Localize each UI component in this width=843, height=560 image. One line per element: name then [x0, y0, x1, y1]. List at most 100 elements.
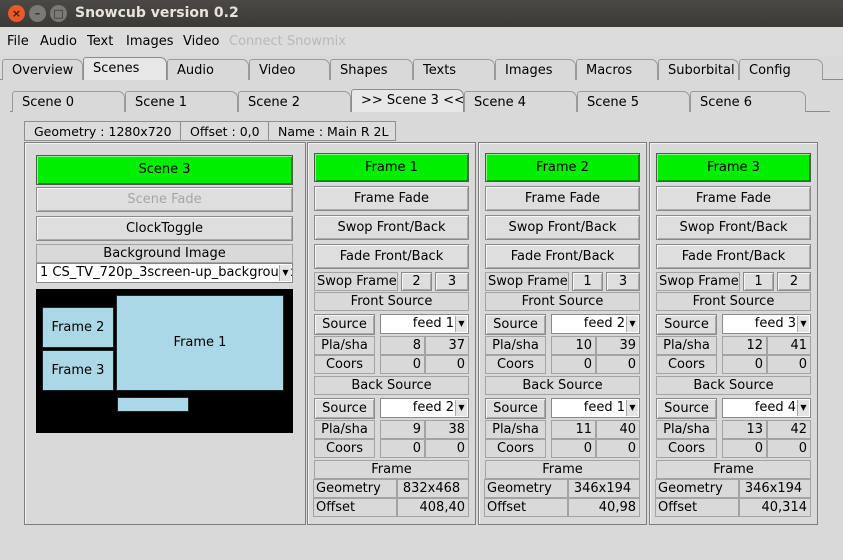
- scene-button[interactable]: Scene 3: [36, 155, 293, 185]
- frame-3-back-coor-y-value: 0: [767, 439, 811, 458]
- frame-2-geometry-label: Geometry: [484, 479, 568, 498]
- frame-3-front-source-button[interactable]: Source: [656, 314, 717, 335]
- frame-2-swop-with-a-button[interactable]: 1: [572, 272, 603, 291]
- frame-3-back-source-button[interactable]: Source: [656, 398, 717, 419]
- tab-suborbital[interactable]: Suborbital: [658, 59, 739, 80]
- preview-frame-3[interactable]: Frame 3: [42, 350, 114, 391]
- frame-2-select-button[interactable]: Frame 2: [485, 153, 640, 182]
- tab-images[interactable]: Images: [495, 59, 576, 80]
- frame-3-offset-value: 40,314: [739, 498, 811, 517]
- frame-1-frame-label: Frame: [314, 460, 469, 479]
- frame-3-select-button[interactable]: Frame 3: [656, 153, 811, 182]
- background-image-value: 1 CS_TV_720p_3screen-up_background: [40, 265, 293, 280]
- frame-2-front-source-button[interactable]: Source: [485, 314, 546, 335]
- maximize-icon[interactable]: □: [50, 5, 67, 22]
- scene-name-info: Name : Main R 2L: [268, 121, 396, 141]
- frame-2-fade-front-back-button[interactable]: Fade Front/Back: [485, 244, 640, 269]
- frame-3-swop-with-a-button[interactable]: 1: [743, 272, 774, 291]
- frame-1-front-source-select-value: feed 1: [412, 316, 454, 331]
- tab-scene-0[interactable]: Scene 0: [12, 91, 125, 112]
- frame-3-fade-front-back-button[interactable]: Fade Front/Back: [656, 244, 811, 269]
- frame-1-front-coor-x-value: 0: [380, 355, 425, 374]
- title-bar: × – □ Snowcub version 0.2: [0, 0, 843, 27]
- frame-2-back-place-value: 11: [551, 420, 596, 439]
- frame-2-back-coors-label: Coors: [485, 439, 546, 458]
- frame-2-offset-label: Offset: [484, 498, 568, 517]
- frame-2-swop-frames-label: Swop Frames: [485, 272, 569, 291]
- frame-1-frame-fade-button[interactable]: Frame Fade: [314, 186, 469, 211]
- frame-2-front-source-select[interactable]: feed 2 ▼: [551, 314, 640, 334]
- frame-3-back-source-select[interactable]: feed 4 ▼: [722, 398, 811, 418]
- frame-1-front-place-value: 8: [380, 336, 425, 355]
- chevron-down-icon: ▼: [797, 400, 809, 416]
- frame-3-frame-fade-button[interactable]: Frame Fade: [656, 186, 811, 211]
- tab-scene-6[interactable]: Scene 6: [690, 91, 806, 112]
- tab-scenes[interactable]: Scenes: [83, 57, 167, 80]
- frame-2-back-coor-y-value: 0: [596, 439, 640, 458]
- frame-3-swop-with-b-button[interactable]: 2: [777, 272, 811, 291]
- frame-2-swop-with-b-button[interactable]: 3: [606, 272, 640, 291]
- scene-tab-bar: Scene 0 Scene 1 Scene 2 >> Scene 3 << Sc…: [0, 88, 843, 112]
- menu-audio[interactable]: Audio: [40, 34, 77, 49]
- frame-2-front-coors-label: Coors: [485, 355, 546, 374]
- menu-text[interactable]: Text: [87, 34, 113, 49]
- close-icon[interactable]: ×: [8, 5, 25, 22]
- chevron-down-icon: ▼: [626, 316, 638, 332]
- tab-scene-4[interactable]: Scene 4: [464, 91, 577, 112]
- frame-1-swop-with-b-button[interactable]: 3: [435, 272, 469, 291]
- tab-config[interactable]: Config: [739, 59, 823, 80]
- frame-1-back-source-button[interactable]: Source: [314, 398, 375, 419]
- tab-scene-1[interactable]: Scene 1: [125, 91, 238, 112]
- frame-1-select-button[interactable]: Frame 1: [314, 153, 469, 182]
- frame-2-swop-front-back-button[interactable]: Swop Front/Back: [485, 215, 640, 240]
- frame-1-back-coor-y-value: 0: [425, 439, 469, 458]
- frame-2-front-coor-y-value: 0: [596, 355, 640, 374]
- frame-3-front-coor-y-value: 0: [767, 355, 811, 374]
- tab-scene-3[interactable]: >> Scene 3 <<: [351, 89, 464, 112]
- tab-shapes[interactable]: Shapes: [330, 59, 413, 80]
- preview-clock-box: [117, 397, 189, 412]
- tab-macros[interactable]: Macros: [576, 59, 658, 80]
- frame-3-front-shape-value: 41: [767, 336, 811, 355]
- tab-audio[interactable]: Audio: [167, 59, 249, 80]
- frame-2-front-plasha-label: Pla/sha: [485, 336, 546, 355]
- frame-2-back-shape-value: 40: [596, 420, 640, 439]
- menu-images[interactable]: Images: [126, 34, 174, 49]
- frame-3-front-source-select[interactable]: feed 3 ▼: [722, 314, 811, 334]
- tab-texts[interactable]: Texts: [413, 59, 495, 80]
- tab-video[interactable]: Video: [249, 59, 330, 80]
- frame-3-swop-front-back-button[interactable]: Swop Front/Back: [656, 215, 811, 240]
- frame-2-back-source-select[interactable]: feed 1 ▼: [551, 398, 640, 418]
- frame-1-fade-front-back-button[interactable]: Fade Front/Back: [314, 244, 469, 269]
- tab-scene-5[interactable]: Scene 5: [577, 91, 690, 112]
- scene-fade-button: Scene Fade: [36, 187, 293, 212]
- minimize-icon[interactable]: –: [29, 5, 46, 22]
- frame-1-front-source-select[interactable]: feed 1 ▼: [380, 314, 469, 334]
- frame-1-back-plasha-label: Pla/sha: [314, 420, 375, 439]
- frame-2-front-coor-x-value: 0: [551, 355, 596, 374]
- frame-2-back-source-label: Back Source: [485, 376, 640, 395]
- frame-3-front-coors-label: Coors: [656, 355, 717, 374]
- frame-2-offset-value: 40,98: [568, 498, 640, 517]
- frame-1-back-source-label: Back Source: [314, 376, 469, 395]
- frame-2-back-source-button[interactable]: Source: [485, 398, 546, 419]
- frame-1-back-place-value: 9: [380, 420, 425, 439]
- frame-2-frame-fade-button[interactable]: Frame Fade: [485, 186, 640, 211]
- frame-1-back-source-select[interactable]: feed 2 ▼: [380, 398, 469, 418]
- frame-1-front-shape-value: 37: [425, 336, 469, 355]
- menu-file[interactable]: File: [7, 34, 29, 49]
- preview-frame-1[interactable]: Frame 1: [116, 295, 284, 391]
- frame-1-geometry-value: 832x468: [397, 479, 469, 498]
- menu-video[interactable]: Video: [183, 34, 219, 49]
- frame-2-back-coor-x-value: 0: [551, 439, 596, 458]
- frame-3-swop-frames-label: Swop Frames: [656, 272, 740, 291]
- preview-frame-2[interactable]: Frame 2: [42, 307, 114, 348]
- frame-1-swop-front-back-button[interactable]: Swop Front/Back: [314, 215, 469, 240]
- chevron-down-icon: ▼: [279, 265, 291, 281]
- frame-1-front-source-button[interactable]: Source: [314, 314, 375, 335]
- tab-overview[interactable]: Overview: [2, 59, 83, 80]
- clock-toggle-button[interactable]: ClockToggle: [36, 216, 293, 241]
- tab-scene-2[interactable]: Scene 2: [238, 91, 351, 112]
- frame-1-swop-with-a-button[interactable]: 2: [401, 272, 432, 291]
- background-image-select[interactable]: 1 CS_TV_720p_3screen-up_background ▼: [36, 263, 293, 283]
